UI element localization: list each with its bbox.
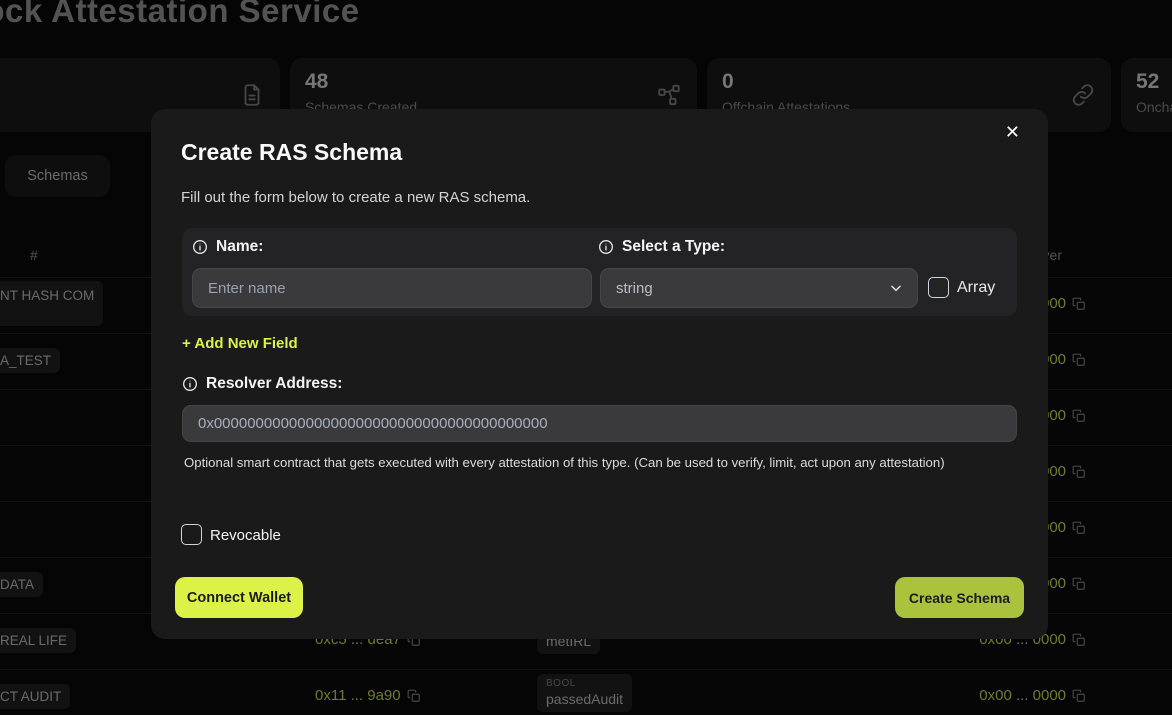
modal-subtitle: Fill out the form below to create a new … (181, 189, 530, 206)
resolver-label-row: Resolver Address: (182, 375, 342, 393)
array-checkbox[interactable] (928, 277, 949, 298)
type-select-value: string (616, 280, 653, 297)
type-label-row: Select a Type: (598, 238, 725, 256)
close-icon[interactable]: ✕ (1005, 121, 1020, 143)
array-label: Array (957, 279, 995, 297)
connect-wallet-button[interactable]: Connect Wallet (175, 577, 303, 618)
app-root: Rock Attestation Service 48 Schemas Crea… (0, 0, 1172, 715)
resolver-label: Resolver Address: (206, 375, 342, 393)
add-new-field-button[interactable]: + Add New Field (182, 335, 298, 352)
type-label: Select a Type: (622, 238, 725, 256)
type-select[interactable]: string (600, 268, 918, 308)
create-schema-button[interactable]: Create Schema (895, 577, 1024, 618)
name-label: Name: (216, 238, 263, 256)
field-group: Name: Select a Type: string Array (182, 228, 1017, 316)
modal-title: Create RAS Schema (181, 139, 402, 166)
revocable-label: Revocable (210, 527, 281, 544)
resolver-help-text: Optional smart contract that gets execut… (184, 453, 984, 473)
chevron-down-icon (888, 280, 904, 296)
info-icon (192, 239, 208, 255)
name-input[interactable] (192, 268, 592, 308)
create-ras-schema-modal: ✕ Create RAS Schema Fill out the form be… (151, 109, 1048, 639)
name-label-row: Name: (192, 238, 263, 256)
info-icon (182, 376, 198, 392)
resolver-address-input[interactable] (182, 405, 1017, 442)
info-icon (598, 239, 614, 255)
revocable-checkbox[interactable] (181, 524, 202, 545)
